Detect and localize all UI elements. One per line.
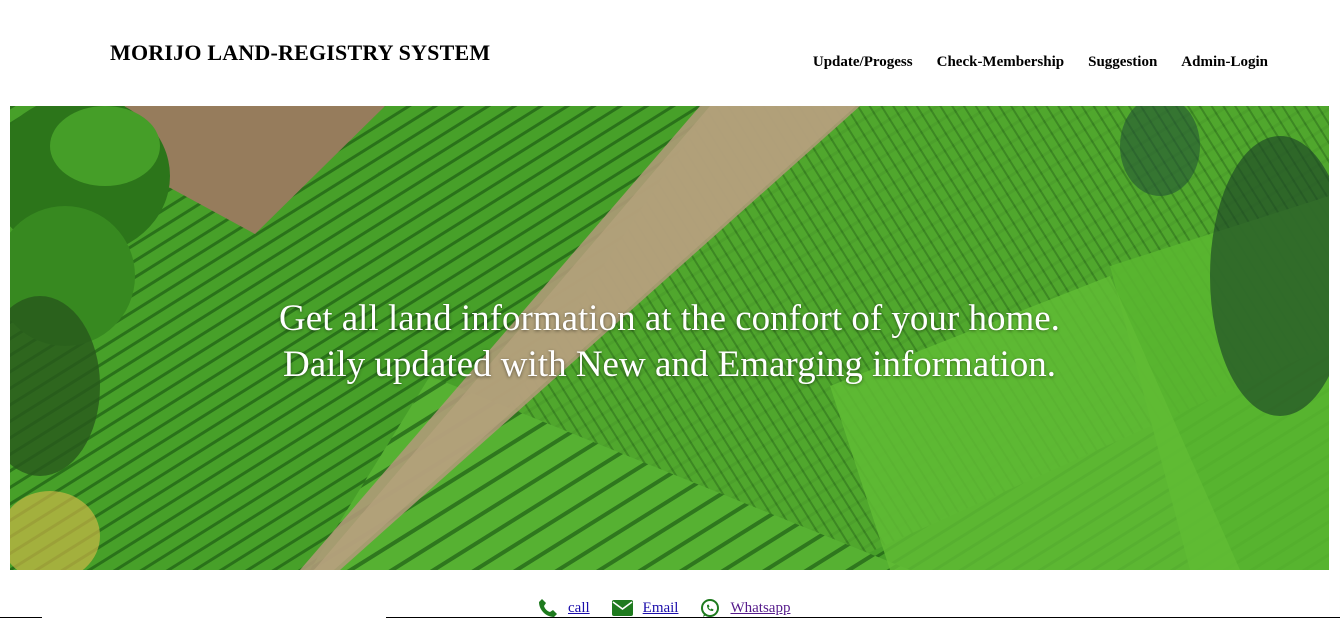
nav-suggestion[interactable]: Suggestion — [1088, 54, 1157, 71]
nav-admin-login[interactable]: Admin-Login — [1181, 54, 1268, 71]
call-label: call — [568, 599, 590, 616]
whatsapp-icon — [700, 598, 720, 618]
site-title: MORIJO LAND-REGISTRY SYSTEM — [110, 40, 491, 65]
hero-text: Get all land information at the confort … — [10, 296, 1329, 388]
envelope-icon — [611, 600, 633, 616]
hero-line-1: Get all land information at the confort … — [279, 298, 1060, 339]
whatsapp-label: Whatsapp — [730, 599, 791, 616]
phone-icon — [538, 598, 558, 618]
hero-banner: Get all land information at the confort … — [10, 106, 1329, 570]
nav-check-membership[interactable]: Check-Membership — [937, 54, 1065, 71]
hero-line-2: Daily updated with New and Emarging info… — [282, 344, 1057, 385]
nav-update-progress[interactable]: Update/Progess — [813, 54, 913, 71]
whatsapp-link[interactable]: Whatsapp — [700, 598, 790, 618]
top-nav: Update/Progess Check-Membership Suggesti… — [813, 54, 1268, 71]
email-link[interactable]: Email — [611, 599, 679, 617]
contact-links: call Email Whatsapp — [538, 598, 790, 618]
email-label: Email — [642, 599, 679, 616]
call-link[interactable]: call — [538, 598, 590, 618]
